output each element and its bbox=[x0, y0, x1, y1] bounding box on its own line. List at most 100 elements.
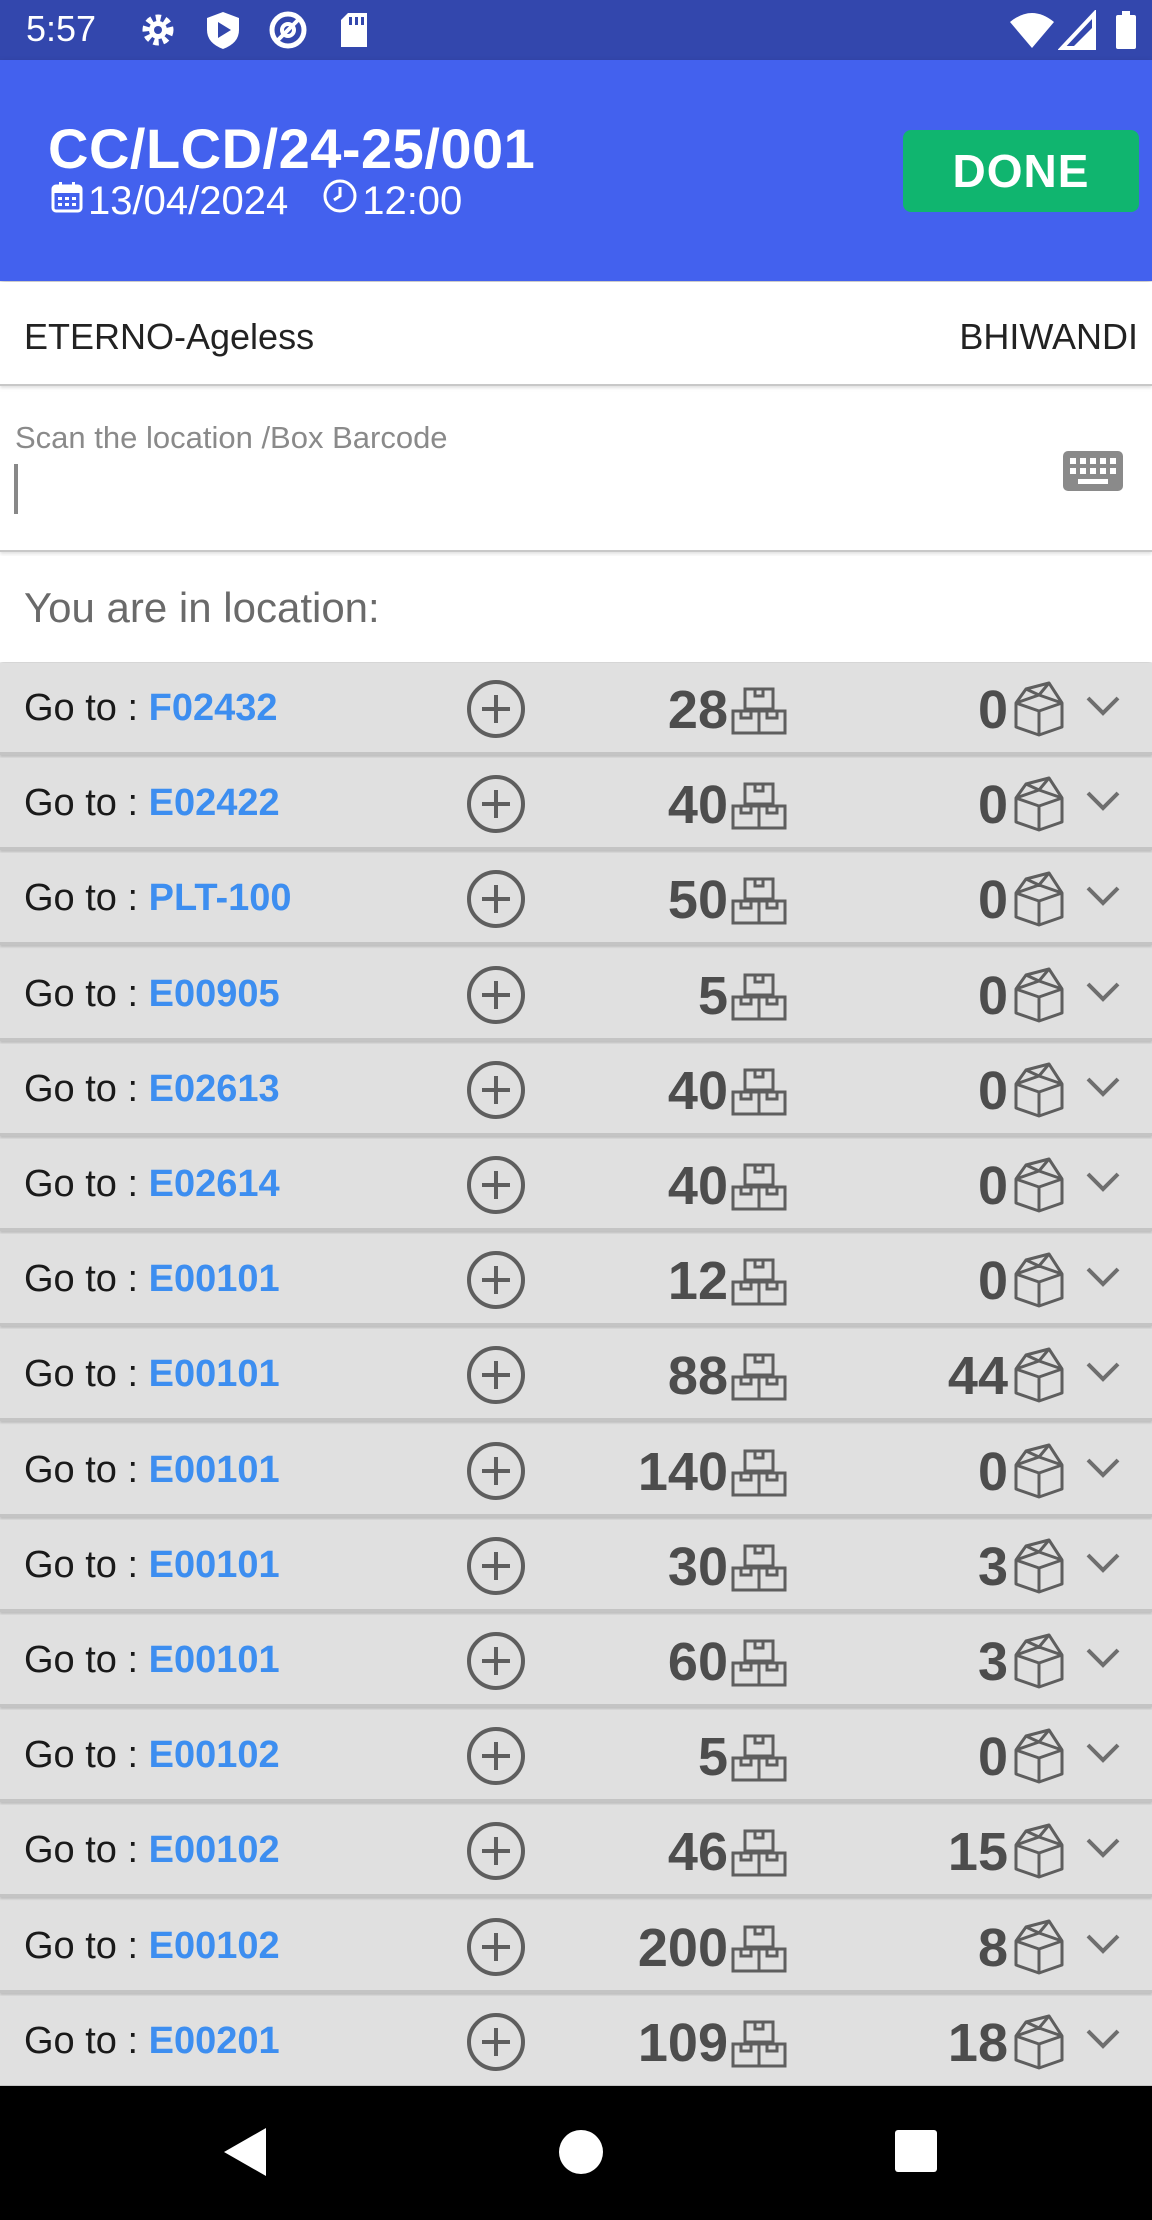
chevron-down-icon[interactable] bbox=[1083, 1927, 1123, 1966]
location-row[interactable]: Go to : E00905 5 0 bbox=[0, 948, 1152, 1041]
open-box-icon bbox=[1010, 871, 1068, 932]
clock-icon bbox=[322, 178, 362, 224]
goto-label: Go to : E00101 bbox=[24, 1544, 280, 1587]
goto-location-link[interactable]: PLT-100 bbox=[149, 877, 292, 919]
goto-location-link[interactable]: E00201 bbox=[149, 2020, 280, 2062]
plus-circle-icon[interactable] bbox=[466, 679, 526, 744]
location-row[interactable]: Go to : E00101 140 0 bbox=[0, 1424, 1152, 1517]
location-row[interactable]: Go to : E00101 12 0 bbox=[0, 1234, 1152, 1327]
chevron-down-icon[interactable] bbox=[1083, 1260, 1123, 1299]
chevron-down-icon[interactable] bbox=[1083, 1355, 1123, 1394]
barcode-input[interactable] bbox=[14, 464, 1024, 514]
plus-circle-icon[interactable] bbox=[466, 1536, 526, 1601]
goto-location-link[interactable]: E00102 bbox=[149, 1925, 280, 1967]
chevron-down-icon[interactable] bbox=[1083, 1451, 1123, 1490]
goto-location-link[interactable]: E00101 bbox=[149, 1449, 280, 1491]
plus-circle-icon[interactable] bbox=[466, 869, 526, 934]
plus-circle-icon[interactable] bbox=[466, 774, 526, 839]
chevron-down-icon[interactable] bbox=[1083, 1641, 1123, 1680]
goto-location-link[interactable]: E02422 bbox=[149, 782, 280, 824]
goto-label: Go to : PLT-100 bbox=[24, 877, 292, 920]
goto-location-link[interactable]: E00101 bbox=[149, 1639, 280, 1681]
plus-circle-icon[interactable] bbox=[466, 1060, 526, 1125]
recents-icon[interactable] bbox=[893, 2124, 939, 2185]
done-button[interactable]: DONE bbox=[903, 130, 1139, 212]
goto-location-link[interactable]: E00102 bbox=[149, 1734, 280, 1776]
open-box-icon bbox=[1010, 776, 1068, 837]
goto-location-link[interactable]: E00101 bbox=[149, 1353, 280, 1395]
back-icon[interactable] bbox=[218, 2124, 270, 2185]
expected-quantity: 109 bbox=[637, 2012, 728, 2073]
goto-location-link[interactable]: E02614 bbox=[149, 1163, 280, 1205]
chevron-down-icon[interactable] bbox=[1083, 2022, 1123, 2061]
scanned-quantity: 15 bbox=[947, 1822, 1008, 1883]
goto-location-link[interactable]: E02613 bbox=[149, 1068, 280, 1110]
open-box-icon bbox=[1010, 1062, 1068, 1123]
plus-circle-icon[interactable] bbox=[466, 1441, 526, 1506]
chevron-down-icon[interactable] bbox=[1083, 1070, 1123, 1109]
plus-circle-icon[interactable] bbox=[466, 1155, 526, 1220]
open-box-icon bbox=[1010, 2014, 1068, 2075]
goto-label: Go to : E00101 bbox=[24, 1258, 280, 1301]
goto-location-link[interactable]: E00101 bbox=[149, 1258, 280, 1300]
document-date: 13/04/2024 bbox=[88, 178, 289, 223]
wifi-icon bbox=[1008, 10, 1056, 55]
location-row[interactable]: Go to : PLT-100 50 0 bbox=[0, 853, 1152, 946]
goto-prefix: Go to : bbox=[24, 1734, 149, 1777]
location-row[interactable]: Go to : E02422 40 0 bbox=[0, 758, 1152, 851]
boxes-stack-icon bbox=[731, 875, 787, 932]
goto-location-link[interactable]: F02432 bbox=[149, 687, 278, 729]
chevron-down-icon[interactable] bbox=[1083, 784, 1123, 823]
chevron-down-icon[interactable] bbox=[1083, 879, 1123, 918]
plus-circle-icon[interactable] bbox=[466, 1345, 526, 1410]
scanned-quantity: 0 bbox=[977, 1441, 1008, 1502]
client-name: ETERNO-Ageless bbox=[24, 316, 315, 357]
goto-prefix: Go to : bbox=[24, 782, 149, 825]
scanned-quantity: 0 bbox=[977, 1727, 1008, 1788]
plus-circle-icon[interactable] bbox=[466, 2012, 526, 2077]
location-row[interactable]: Go to : F02432 28 0 bbox=[0, 663, 1152, 755]
chevron-down-icon[interactable] bbox=[1083, 1831, 1123, 1870]
chevron-down-icon[interactable] bbox=[1083, 1165, 1123, 1204]
goto-location-link[interactable]: E00102 bbox=[149, 1829, 280, 1871]
plus-circle-icon[interactable] bbox=[466, 1917, 526, 1982]
location-row[interactable]: Go to : E02614 40 0 bbox=[0, 1139, 1152, 1231]
plus-circle-icon[interactable] bbox=[466, 1821, 526, 1886]
goto-label: Go to : E00905 bbox=[24, 973, 280, 1016]
location-row[interactable]: Go to : E00201 109 18 bbox=[0, 1995, 1152, 2086]
document-meta: 13/04/2024 12:00 bbox=[50, 178, 462, 224]
goto-location-link[interactable]: E00101 bbox=[149, 1544, 280, 1586]
document-time: 12:00 bbox=[362, 178, 463, 223]
plus-circle-icon[interactable] bbox=[466, 1726, 526, 1791]
plus-circle-icon[interactable] bbox=[466, 965, 526, 1030]
location-row[interactable]: Go to : E00101 88 44 bbox=[0, 1329, 1152, 1422]
chevron-down-icon[interactable] bbox=[1083, 1546, 1123, 1585]
document-title: CC/LCD/24-25/001 bbox=[48, 117, 536, 180]
chevron-down-icon[interactable] bbox=[1083, 1736, 1123, 1775]
plus-circle-icon[interactable] bbox=[466, 1250, 526, 1315]
sd-card-icon bbox=[338, 10, 370, 55]
location-row[interactable]: Go to : E00102 200 8 bbox=[0, 1900, 1152, 1993]
scanned-quantity: 3 bbox=[977, 1632, 1008, 1692]
goto-label: Go to : E00102 bbox=[24, 1925, 280, 1968]
location-row[interactable]: Go to : E00102 46 15 bbox=[0, 1805, 1152, 1898]
boxes-stack-icon bbox=[731, 780, 787, 837]
chevron-down-icon[interactable] bbox=[1083, 689, 1123, 728]
scan-field[interactable]: Scan the location /Box Barcode bbox=[0, 392, 1152, 552]
location-row[interactable]: Go to : E00102 5 0 bbox=[0, 1710, 1152, 1803]
scanned-quantity: 8 bbox=[977, 1917, 1008, 1978]
location-row[interactable]: Go to : E00101 30 3 bbox=[0, 1519, 1152, 1612]
plus-circle-icon[interactable] bbox=[466, 1631, 526, 1696]
keyboard-icon[interactable] bbox=[1062, 450, 1124, 497]
boxes-stack-icon bbox=[731, 1637, 787, 1694]
home-icon[interactable] bbox=[558, 2124, 604, 2185]
expected-quantity: 40 bbox=[667, 1060, 728, 1121]
location-row[interactable]: Go to : E00101 60 3 bbox=[0, 1615, 1152, 1707]
scanned-quantity: 3 bbox=[977, 1536, 1008, 1597]
scanned-quantity: 44 bbox=[947, 1346, 1008, 1407]
goto-location-link[interactable]: E00905 bbox=[149, 973, 280, 1015]
chevron-down-icon[interactable] bbox=[1083, 975, 1123, 1014]
location-row[interactable]: Go to : E02613 40 0 bbox=[0, 1043, 1152, 1136]
open-box-icon bbox=[1010, 1823, 1068, 1884]
boxes-stack-icon bbox=[731, 971, 787, 1028]
